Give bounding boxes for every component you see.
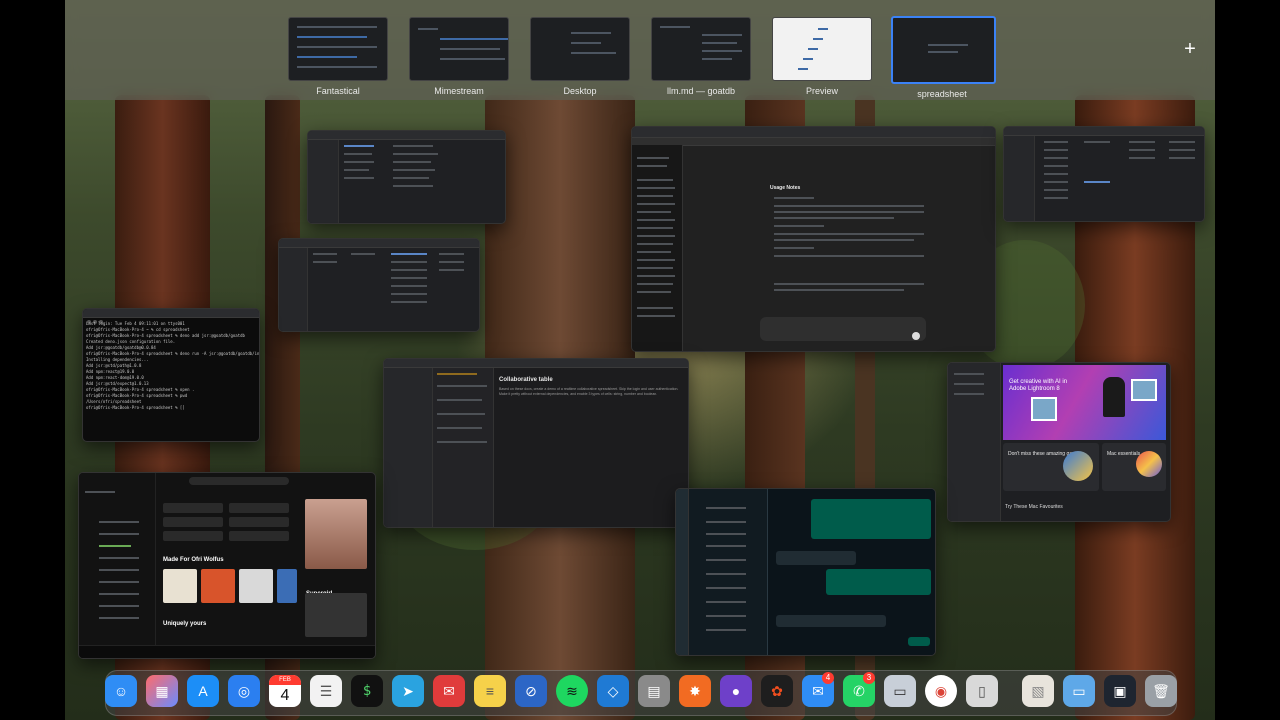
vscode-icon[interactable]: ◇ bbox=[597, 675, 629, 707]
finder-window[interactable] bbox=[307, 130, 506, 224]
right-letterbox bbox=[1215, 0, 1280, 720]
iphone-mirroring-icon[interactable]: ▯ bbox=[966, 675, 998, 707]
url-bar[interactable] bbox=[632, 138, 995, 146]
downloads-stack-icon[interactable]: ▧ bbox=[1022, 675, 1054, 707]
calculator-icon[interactable]: ▤ bbox=[638, 675, 670, 707]
app-store-icon[interactable]: A bbox=[187, 675, 219, 707]
banner-text: Get creative with AI in Adobe Lightroom … bbox=[1009, 379, 1068, 392]
calendar-day: 4 bbox=[280, 687, 290, 704]
figma-icon[interactable]: ✿ bbox=[761, 675, 793, 707]
mail-badge: 4 bbox=[822, 672, 834, 684]
whatsapp-badge: 3 bbox=[863, 672, 875, 684]
title-bar bbox=[83, 309, 259, 324]
title-bar bbox=[279, 239, 479, 254]
title-bar bbox=[632, 127, 995, 142]
space-thumbnail bbox=[288, 17, 388, 81]
safari-icon[interactable]: ◎ bbox=[228, 675, 260, 707]
space-preview[interactable]: Preview bbox=[772, 17, 872, 96]
mac-essentials-text: Mac essentials bbox=[1107, 451, 1141, 457]
note-title: Collaborative table bbox=[499, 377, 553, 383]
whatsapp-window[interactable] bbox=[675, 488, 936, 656]
space-mimestream[interactable]: Mimestream bbox=[409, 17, 509, 96]
space-thumbnail bbox=[651, 17, 751, 81]
space-label: spreadsheet bbox=[917, 89, 967, 99]
app-store-window[interactable]: Get creative with AI in Adobe Lightroom … bbox=[947, 362, 1171, 522]
finder-icon[interactable]: ☺ bbox=[105, 675, 137, 707]
spotify-icon[interactable]: ≋ bbox=[556, 675, 588, 707]
send-button[interactable] bbox=[912, 332, 920, 340]
message-input[interactable] bbox=[760, 317, 926, 341]
left-letterbox bbox=[0, 0, 65, 720]
space-llm-goatdb[interactable]: llm.md — goatdb bbox=[651, 17, 751, 96]
xcode-tools-icon[interactable]: ⊘ bbox=[515, 675, 547, 707]
space-label: Mimestream bbox=[434, 86, 484, 96]
space-thumbnail bbox=[530, 17, 630, 81]
mission-control: Fantastical Mimestream Desktop llm.md — … bbox=[65, 0, 1215, 720]
folder-icon[interactable]: ▭ bbox=[1063, 675, 1095, 707]
space-desktop[interactable]: Desktop bbox=[530, 17, 630, 96]
space-thumbnail bbox=[891, 16, 996, 84]
github-desktop-icon[interactable]: ● bbox=[720, 675, 752, 707]
calendar-month: FEB bbox=[269, 675, 301, 685]
lightroom-banner[interactable]: Get creative with AI in Adobe Lightroom … bbox=[1003, 365, 1166, 440]
mac-favourites-heading: Try These Mac Favourites bbox=[1005, 504, 1063, 510]
telegram-icon[interactable]: ➤ bbox=[392, 675, 424, 707]
title-bar bbox=[308, 131, 505, 146]
space-thumbnail bbox=[772, 17, 872, 81]
uniquely-yours-heading: Uniquely yours bbox=[163, 621, 207, 627]
space-thumbnail bbox=[409, 17, 509, 81]
space-label: Fantastical bbox=[316, 86, 360, 96]
mimestream-icon[interactable]: ✉ bbox=[433, 675, 465, 707]
spotify-window[interactable]: Made For Ofri Wolfus Uniquely yours Supe… bbox=[78, 472, 376, 659]
chatgpt-browser-window[interactable]: Usage Notes bbox=[631, 126, 996, 352]
title-bar bbox=[384, 359, 688, 374]
note-body[interactable]: Based on these docs, create a demo of a … bbox=[499, 387, 684, 397]
notes-icon[interactable]: ≡ bbox=[474, 675, 506, 707]
trash-icon[interactable]: 🗑 bbox=[1145, 675, 1177, 707]
notes-window[interactable]: Collaborative table Based on these docs,… bbox=[383, 358, 689, 528]
chrome-icon[interactable]: ◉ bbox=[925, 675, 957, 707]
calendar-icon[interactable]: FEB 4 bbox=[269, 675, 301, 707]
games-card[interactable]: Don't miss these amazing games bbox=[1003, 443, 1099, 491]
mac-essentials-card[interactable]: Mac essentials bbox=[1102, 443, 1166, 491]
player-bar[interactable] bbox=[79, 645, 375, 658]
terminal-window[interactable]: Last login: Tue Feb 4 09:11:01 on ttys00… bbox=[82, 308, 260, 442]
terminal-icon[interactable]: $ bbox=[351, 675, 383, 707]
launchpad-icon[interactable]: ▦ bbox=[146, 675, 178, 707]
space-label: llm.md — goatdb bbox=[666, 86, 736, 96]
add-space-button[interactable]: + bbox=[1179, 38, 1201, 61]
space-label: Desktop bbox=[563, 86, 597, 96]
space-spreadsheet[interactable]: spreadsheet bbox=[891, 16, 996, 99]
usage-notes-heading: Usage Notes bbox=[770, 185, 801, 191]
reminders-icon[interactable]: ☰ bbox=[310, 675, 342, 707]
space-fantastical[interactable]: Fantastical bbox=[288, 17, 388, 96]
preview-icon[interactable]: ▭ bbox=[884, 675, 916, 707]
made-for-heading: Made For Ofri Wolfus bbox=[163, 557, 224, 563]
spaces-bar: Fantastical Mimestream Desktop llm.md — … bbox=[65, 0, 1215, 100]
recent-stack-icon[interactable]: ▣ bbox=[1104, 675, 1136, 707]
title-bar bbox=[1004, 127, 1204, 142]
postman-icon[interactable]: ✸ bbox=[679, 675, 711, 707]
space-label: Preview bbox=[805, 86, 838, 96]
finder-window[interactable] bbox=[1003, 126, 1205, 222]
finder-window[interactable] bbox=[278, 238, 480, 332]
spotify-search-input[interactable] bbox=[189, 477, 289, 485]
